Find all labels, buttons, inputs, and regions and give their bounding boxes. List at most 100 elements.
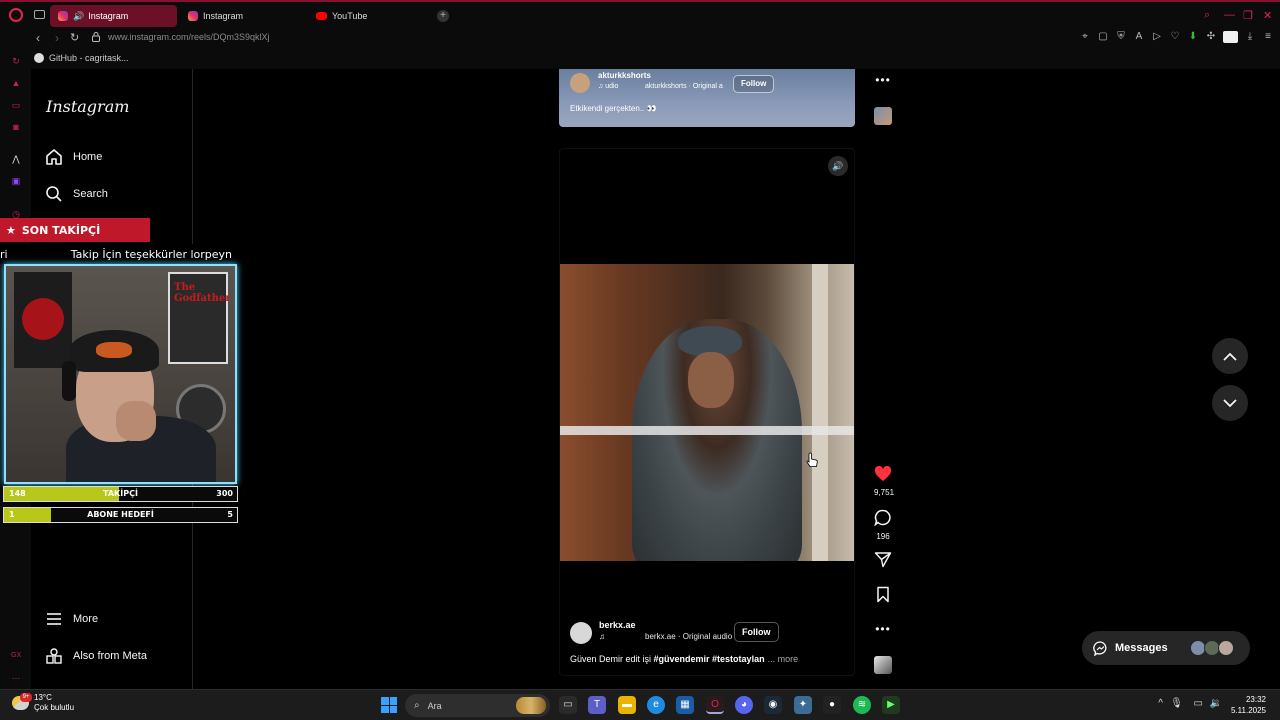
reel-current[interactable]: 🔊 berkx.ae ♫ berkx.ae · Original audio F… [559, 148, 855, 676]
audio-thumbnail[interactable] [874, 107, 892, 125]
spotify-icon[interactable]: ≋ [853, 696, 871, 714]
weather-widget[interactable]: 9+ 13°C Çok bulutlu [12, 693, 74, 713]
comment-icon[interactable] [874, 509, 892, 527]
comment-action[interactable]: 196 [874, 509, 892, 541]
caption-more-link[interactable]: ... more [768, 654, 799, 664]
speaker-icon[interactable]: 🔊 [73, 11, 84, 22]
instagram-logo[interactable]: Instagram [46, 97, 129, 116]
search-tabs-icon[interactable]: ⌕ [1204, 9, 1210, 22]
download-ext-icon[interactable]: ⬇ [1187, 31, 1199, 43]
bookmark-icon[interactable] [875, 586, 891, 603]
volume-icon[interactable]: 🔉 [1210, 698, 1222, 709]
profile-ext-icon[interactable] [1223, 31, 1238, 43]
page-scrollbar[interactable] [1270, 69, 1280, 689]
store-icon[interactable]: ▦ [676, 696, 694, 714]
reel-audio[interactable]: akturkkshorts · Original a [645, 83, 723, 90]
chevron-up-icon [1223, 352, 1237, 361]
opera-menu-icon[interactable] [9, 8, 23, 22]
play-icon[interactable]: ▷ [1151, 31, 1163, 43]
reel-username[interactable]: akturkkshorts [598, 71, 651, 80]
heart-icon[interactable]: ♡ [1169, 31, 1181, 43]
weather-desc: Çok bulutlu [34, 703, 75, 712]
whatsapp-icon[interactable]: ◙ [11, 122, 21, 132]
twitch-icon[interactable]: ▣ [11, 176, 21, 186]
volume-icon[interactable]: 🔊 [828, 156, 848, 176]
avatar[interactable] [570, 73, 590, 93]
aria-icon[interactable]: ↻ [11, 56, 21, 66]
caption-hashtags[interactable]: #güvendemir #testotaylan [654, 654, 765, 664]
next-reel-button[interactable] [1212, 385, 1248, 421]
minimize-icon[interactable]: — [1224, 9, 1235, 21]
taskbar-clock[interactable]: 23:32 5.11.2025 [1231, 694, 1266, 716]
previous-reel-button[interactable] [1212, 338, 1248, 374]
microphone-icon[interactable]: 🎙 [1170, 698, 1183, 709]
like-action[interactable]: 9,751 [874, 465, 894, 497]
forward-icon[interactable]: › [55, 31, 59, 45]
gx-icon[interactable]: GX [11, 651, 21, 661]
tab-island-icon[interactable] [34, 10, 45, 19]
audio-thumbnail[interactable] [874, 656, 892, 674]
video-face [688, 352, 734, 408]
discord-icon[interactable]: ◕ [735, 696, 753, 714]
follow-button[interactable]: Follow [733, 75, 775, 93]
chevron-up-icon[interactable]: ^ [1158, 698, 1163, 709]
goal-target: 300 [216, 489, 233, 498]
more-sidebar-icon[interactable]: ⋯ [11, 673, 21, 683]
more-options-icon[interactable]: ••• [874, 623, 892, 635]
share-action[interactable] [874, 551, 892, 573]
windows-start-icon[interactable] [381, 697, 397, 713]
notification-badge: 9+ [20, 693, 32, 702]
nav-more[interactable]: More [45, 610, 98, 628]
heart-filled-icon[interactable] [874, 465, 892, 482]
nav-search[interactable]: Search [45, 185, 108, 203]
easy-setup-icon[interactable]: ≡ [1262, 31, 1274, 43]
reel-previous[interactable]: akturkkshorts ♫ udio akturkkshorts · Ori… [559, 69, 855, 127]
follow-button[interactable]: Follow [734, 622, 779, 642]
reel-caption: Güven Demir edit işi #güvendemir #testot… [570, 654, 798, 664]
terminal-app-icon[interactable]: ▶ [882, 696, 900, 714]
teams-icon[interactable]: T [588, 696, 606, 714]
github-icon [34, 53, 44, 63]
translate-icon[interactable]: A [1133, 31, 1145, 43]
bookmark-github[interactable]: GitHub - cagritask... [34, 53, 129, 63]
extensions-sidebar-icon[interactable]: ▲ [11, 78, 21, 88]
nav-also-from-meta[interactable]: Also from Meta [45, 647, 147, 665]
home-icon [46, 149, 62, 165]
network-app-icon[interactable]: ✦ [794, 696, 812, 714]
messages-button[interactable]: Messages [1082, 631, 1250, 665]
messenger-icon[interactable]: ▭ [11, 100, 21, 110]
search-icon: ⌕ [414, 700, 420, 711]
reload-icon[interactable]: ↻ [70, 31, 79, 44]
avatar[interactable] [570, 622, 592, 644]
more-options-icon[interactable]: ••• [874, 74, 892, 86]
display-icon[interactable]: ▭ [1194, 698, 1203, 709]
close-icon[interactable]: ✕ [1263, 9, 1272, 22]
edge-icon[interactable]: e [647, 696, 665, 714]
adblock-icon[interactable]: ⛨ [1115, 31, 1127, 43]
new-tab-button[interactable]: + [437, 10, 449, 22]
snapshot-icon[interactable]: ▢ [1097, 31, 1109, 43]
reel-video[interactable] [560, 264, 854, 561]
file-explorer-icon[interactable]: ▬ [618, 696, 636, 714]
save-action[interactable] [874, 586, 892, 608]
obs-icon[interactable]: ● [823, 696, 841, 714]
downloads-icon[interactable]: ⤓ [1244, 31, 1256, 43]
nav-home[interactable]: Home [45, 148, 102, 166]
task-view-icon[interactable]: ▭ [559, 696, 577, 714]
goal-label: ABONE HEDEFİ [87, 510, 154, 519]
reel-audio[interactable]: berkx.ae · Original audio [645, 632, 732, 641]
reel-username[interactable]: berkx.ae [599, 620, 636, 630]
tab-instagram[interactable]: Instagram [180, 5, 307, 27]
maximize-icon[interactable]: ❐ [1243, 9, 1253, 22]
back-icon[interactable]: ‹ [36, 31, 40, 45]
puzzle-icon[interactable]: ✣ [1205, 31, 1217, 43]
taskbar-search[interactable]: ⌕ Ara [405, 694, 550, 717]
tab-youtube[interactable]: YouTube [308, 5, 435, 27]
steam-icon[interactable]: ◉ [764, 696, 782, 714]
opera-gx-icon[interactable]: O [706, 696, 724, 714]
tab-instagram-active[interactable]: 🔊 Instagram [50, 5, 177, 27]
pin-icon[interactable]: ⌖ [1079, 31, 1091, 43]
send-icon[interactable] [874, 551, 892, 568]
tiktok-icon[interactable]: ⋀ [11, 154, 21, 164]
url-field[interactable]: www.instagram.com/reels/DQm3S9qklXj [108, 32, 270, 42]
